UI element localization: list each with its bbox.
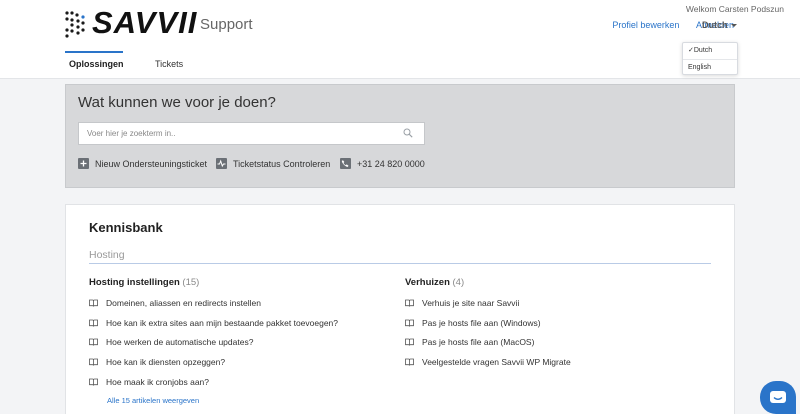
search-input[interactable]	[79, 123, 379, 144]
book-icon	[405, 358, 414, 366]
language-selector[interactable]: Dutch	[702, 20, 737, 30]
article-title: Domeinen, aliassen en redirects instelle…	[106, 298, 261, 308]
section-name: Verhuizen	[405, 277, 450, 288]
ticket-status-label: Ticketstatus Controleren	[233, 158, 331, 169]
article-title: Verhuis je site naar Savvii	[422, 298, 520, 308]
search-icon[interactable]	[403, 128, 413, 138]
book-icon	[89, 319, 98, 327]
article-title: Hoe kan ik diensten opzeggen?	[106, 357, 226, 367]
book-icon	[89, 358, 98, 366]
tab-oplossingen[interactable]: Oplossingen	[69, 59, 124, 69]
book-icon	[89, 338, 98, 346]
book-icon	[89, 299, 98, 307]
search-box	[78, 122, 425, 145]
search-panel: Wat kunnen we voor je doen? Nieuw Onders…	[65, 84, 735, 188]
logo-wordmark: SAVVII	[92, 5, 198, 40]
chevron-down-icon	[730, 24, 737, 28]
category-divider	[89, 263, 711, 264]
article-link[interactable]: Domeinen, aliassen en redirects instelle…	[89, 298, 261, 308]
book-icon	[405, 338, 414, 346]
section-count: (4)	[452, 277, 465, 288]
welcome-text: Welkom Carsten Podszun	[685, 4, 784, 14]
article-link[interactable]: Pas je hosts file aan (MacOS)	[405, 337, 534, 347]
article-link[interactable]: Hoe kan ik diensten opzeggen?	[89, 357, 225, 367]
plus-icon	[78, 158, 89, 169]
book-icon	[405, 319, 414, 327]
book-icon	[405, 299, 414, 307]
language-selector-label: Dutch	[702, 20, 728, 30]
logo-dots-icon	[65, 11, 85, 38]
activity-icon	[216, 158, 227, 169]
phone-link[interactable]: +31 24 820 0000	[340, 158, 425, 169]
article-link[interactable]: Hoe kan ik extra sites aan mijn bestaand…	[89, 318, 338, 328]
article-link[interactable]: Hoe maak ik cronjobs aan?	[89, 377, 209, 387]
article-link[interactable]: Pas je hosts file aan (Windows)	[405, 318, 541, 328]
section-heading-hosting-instellingen[interactable]: Hosting instellingen (15)	[89, 277, 199, 288]
language-dropdown: ✓Dutch English	[682, 42, 738, 75]
language-option-english[interactable]: English	[683, 59, 737, 75]
chat-widget-button[interactable]	[760, 381, 796, 414]
article-title: Hoe kan ik extra sites aan mijn bestaand…	[106, 318, 339, 328]
category-title[interactable]: Hosting	[89, 249, 125, 261]
article-link[interactable]: Veelgestelde vragen Savvii WP Migrate	[405, 357, 571, 367]
article-title: Pas je hosts file aan (Windows)	[422, 318, 541, 328]
section-name: Hosting instellingen	[89, 277, 180, 288]
article-title: Pas je hosts file aan (MacOS)	[422, 337, 535, 347]
kb-title: Kennisbank	[89, 220, 163, 235]
phone-icon	[340, 158, 351, 169]
new-ticket-link[interactable]: Nieuw Ondersteuningsticket	[78, 158, 207, 169]
main-nav: Oplossingen Tickets	[0, 52, 800, 79]
article-link[interactable]: Verhuis je site naar Savvii	[405, 298, 519, 308]
book-icon	[89, 378, 98, 386]
view-all-articles-link[interactable]: Alle 15 artikelen weergeven	[107, 396, 199, 405]
search-panel-title: Wat kunnen we voor je doen?	[78, 94, 276, 111]
article-link[interactable]: Hoe werken de automatische updates?	[89, 337, 253, 347]
new-ticket-label: Nieuw Ondersteuningsticket	[95, 158, 208, 169]
language-option-dutch[interactable]: ✓Dutch	[683, 43, 737, 59]
ticket-status-link[interactable]: Ticketstatus Controleren	[216, 158, 330, 169]
phone-number: +31 24 820 0000	[357, 158, 425, 169]
active-tab-indicator	[65, 51, 123, 53]
section-heading-verhuizen[interactable]: Verhuizen (4)	[405, 277, 464, 288]
knowledge-base-card: Kennisbank Hosting Hosting instellingen …	[65, 204, 735, 414]
site-header: SAVVII Support Welkom Carsten Podszun Pr…	[0, 0, 800, 52]
savvii-logo[interactable]: SAVVII	[64, 5, 198, 40]
article-title: Veelgestelde vragen Savvii WP Migrate	[422, 357, 571, 367]
brand-subtitle: Support	[200, 16, 253, 33]
article-title: Hoe maak ik cronjobs aan?	[106, 377, 210, 387]
article-title: Hoe werken de automatische updates?	[106, 337, 254, 347]
chat-icon	[770, 391, 786, 403]
profile-edit-link[interactable]: Profiel bewerken	[612, 20, 679, 30]
section-count: (15)	[182, 277, 200, 288]
tab-tickets[interactable]: Tickets	[155, 59, 183, 69]
